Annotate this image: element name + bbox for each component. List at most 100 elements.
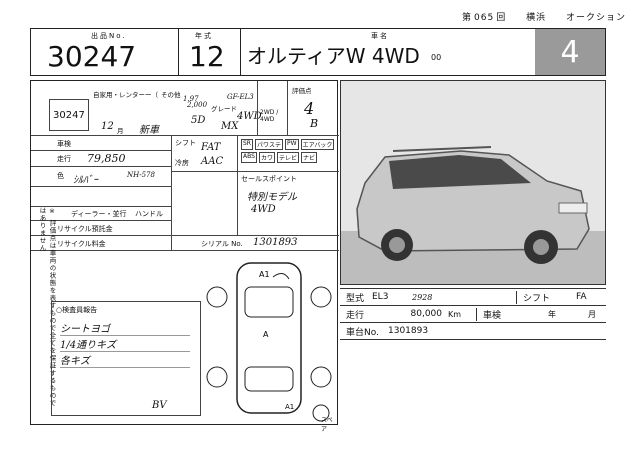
auction-sheet: 第 065 回 横浜 オークション 出品No. 30247 年式 12 車名 オルテ… bbox=[0, 0, 640, 452]
fuel-row bbox=[31, 187, 171, 207]
equip-item: ABS bbox=[241, 152, 257, 163]
spare-label: スペア bbox=[321, 417, 333, 433]
other-label: その他 bbox=[161, 91, 181, 99]
front-hub bbox=[389, 237, 405, 253]
venue: 横浜 bbox=[526, 13, 547, 23]
session-suffix: 回 bbox=[496, 13, 507, 23]
info-inspect-month: 月 bbox=[588, 309, 596, 319]
serial-hw: 1301893 bbox=[253, 237, 298, 248]
new-hw: 新車 bbox=[139, 125, 159, 136]
usage-label: 自家用・レンターー（ bbox=[93, 91, 158, 99]
dmg-a: A bbox=[263, 330, 269, 339]
equip-item: カワ bbox=[258, 152, 275, 163]
info-inspect-year: 年 bbox=[548, 309, 556, 319]
eval-block: 評価点 4 B bbox=[287, 81, 339, 136]
headlight bbox=[558, 202, 588, 214]
event-type: オークション bbox=[565, 13, 626, 23]
info-mileage: 80,000 bbox=[410, 309, 443, 319]
mileage-label: 走行 bbox=[57, 155, 71, 163]
wheel-rl bbox=[206, 366, 228, 388]
car-illustration bbox=[341, 81, 605, 284]
mileage-hw: 79,850 bbox=[87, 152, 126, 165]
color-row: 色 ｼﾙﾊﾞｰ NH-578 bbox=[31, 167, 171, 187]
shift-ac-row: シフト FAT 冷房 AAC SR パワステ PW エアバック ABS カワ テレビ ナビ bbox=[171, 136, 339, 172]
model-note: 00 bbox=[431, 53, 442, 62]
model-name: オルティアW 4WD bbox=[247, 44, 420, 68]
drive-label: 2WD / 4WD bbox=[260, 109, 279, 123]
equip-item: PW bbox=[285, 139, 299, 150]
vehicle-label: 車検 bbox=[57, 140, 71, 148]
model-cell: 車名 オルティアW 4WD 00 bbox=[241, 29, 537, 75]
equip-item: SR bbox=[241, 139, 253, 150]
dmg-a1-rear: A1 bbox=[285, 403, 294, 411]
memo-line: 各キズ bbox=[60, 352, 190, 368]
divider-2 bbox=[237, 136, 238, 172]
eval-hw: 4 bbox=[304, 99, 315, 118]
info-table: 型式 EL3 2928 シフト FA 走行 80,000 Km 車検 年 月 車… bbox=[340, 288, 606, 340]
car-diagram: A1 A A1 bbox=[206, 262, 332, 422]
sales-label: セールスポイント bbox=[241, 175, 297, 183]
memo-box: ○検査員報告 シートヨゴ 1/4通りキズ 各キズ BV bbox=[51, 301, 201, 416]
color-code-hw: NH-578 bbox=[127, 171, 155, 179]
mileage-row: 走行 79,850 bbox=[31, 151, 171, 167]
info-model: EL3 bbox=[372, 292, 389, 302]
doors-hw: 5D bbox=[191, 115, 206, 126]
memo-list: シートヨゴ 1/4通りキズ 各キズ bbox=[60, 320, 190, 368]
memo-line: 1/4通りキズ bbox=[60, 336, 190, 352]
recycle-label-2: リサイクル料金 bbox=[57, 240, 106, 248]
car-photo bbox=[340, 80, 606, 285]
wheel-rr bbox=[310, 366, 332, 388]
sales2-hw: 4WD bbox=[251, 204, 276, 215]
rear-window bbox=[244, 366, 294, 392]
vehicle-row: 車検 bbox=[31, 136, 171, 151]
info-inspect-label: 車検 bbox=[476, 307, 516, 321]
lot-number: 30247 bbox=[47, 40, 137, 73]
info-chassis: 1301893 bbox=[388, 326, 429, 336]
info-km: Km bbox=[448, 309, 462, 319]
info-row-model: 型式 EL3 2928 シフト FA bbox=[340, 289, 606, 306]
damage-mark bbox=[272, 273, 290, 280]
dmg-a1: A1 bbox=[259, 270, 270, 279]
inspection-form: 30247 自家用・レンターー（ その他 1.97 2,000 GF-EL3 グ… bbox=[30, 80, 339, 433]
color-label: 色 bbox=[57, 172, 64, 180]
info-row-mileage: 走行 80,000 Km 車検 年 月 bbox=[340, 306, 606, 323]
info-row-chassis: 車台No. 1301893 bbox=[340, 323, 606, 340]
session-number: 065 bbox=[474, 13, 495, 23]
sales-row: セールスポイント 特別モデル 4WD bbox=[171, 172, 339, 236]
code-hw: BV bbox=[152, 400, 167, 411]
info-mileage-label: 走行 bbox=[346, 310, 365, 321]
reg-month-label: 月 bbox=[117, 127, 124, 135]
windshield bbox=[244, 286, 294, 318]
model-code-hw: GF-EL3 bbox=[227, 93, 254, 101]
serial-row: シリアル No. 1301893 bbox=[171, 236, 339, 251]
wheel-fl bbox=[206, 286, 228, 308]
session-line: 第 065 回 横浜 オークション bbox=[446, 10, 626, 23]
ac-hw: AAC bbox=[201, 156, 224, 167]
eval-sub-hw: B bbox=[310, 117, 319, 130]
reg-year-hw: 12 bbox=[101, 121, 114, 132]
rear-hub bbox=[533, 239, 549, 255]
recycle-label: リサイクル預託金 bbox=[57, 225, 113, 233]
small-lot-box: 30247 bbox=[49, 99, 89, 131]
handle-label: ハンドル bbox=[135, 210, 163, 218]
serial-label: シリアル No. bbox=[201, 240, 243, 248]
header-bar: 出品No. 30247 年式 12 車名 オルティアW 4WD 00 4 bbox=[30, 28, 606, 76]
shift-hw: FAT bbox=[201, 142, 221, 153]
equip-item: テレビ bbox=[276, 152, 299, 163]
small-lot-number: 30247 bbox=[53, 110, 85, 121]
wheel-fr bbox=[310, 286, 332, 308]
lot-cell: 出品No. 30247 bbox=[31, 29, 179, 75]
session-prefix: 第 bbox=[462, 13, 473, 23]
grade-box: 4 bbox=[535, 29, 605, 75]
displacement-hw: 2,000 bbox=[187, 101, 208, 109]
eval-label: 評価点 bbox=[292, 87, 312, 95]
sales-hw: 特別モデル bbox=[247, 192, 297, 203]
year-value: 12 bbox=[189, 40, 225, 73]
equipment-list: SR パワステ PW エアバック ABS カワ テレビ ナビ bbox=[241, 139, 337, 163]
ac-label: 冷房 bbox=[175, 159, 189, 167]
info-model-label: 型式 bbox=[346, 293, 365, 304]
equip-item: エアバック bbox=[300, 139, 335, 150]
info-shift: FA bbox=[576, 292, 587, 302]
memo-line: シートヨゴ bbox=[60, 320, 190, 336]
drive-block: 2WD / 4WD bbox=[257, 81, 287, 136]
